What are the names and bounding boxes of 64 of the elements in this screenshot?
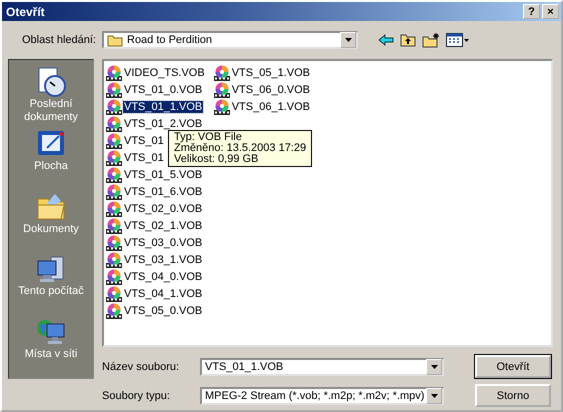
folder-icon xyxy=(107,34,123,46)
tooltip-text: Velikost: 0,99 GB xyxy=(174,154,260,165)
file-item[interactable]: VIDEO_TS.VOB xyxy=(123,66,206,78)
video-file-icon xyxy=(106,150,122,166)
file-item[interactable]: VTS_03_0.VOB xyxy=(123,236,204,248)
view-menu-icon[interactable] xyxy=(446,33,470,47)
video-file-icon xyxy=(106,252,122,268)
file-type-label: Soubory typu: xyxy=(102,388,171,402)
file-item[interactable]: VTS_06_0.VOB xyxy=(230,84,311,96)
video-file-icon xyxy=(106,166,122,182)
file-item[interactable]: VTS_01 xyxy=(123,134,165,146)
file-item[interactable]: VTS_04_0.VOB xyxy=(123,270,204,282)
places-item[interactable]: Poslední dokumenty xyxy=(9,66,93,128)
caret-icon xyxy=(430,394,438,398)
help-button[interactable]: ? xyxy=(523,4,540,19)
video-file-icon xyxy=(106,64,122,80)
video-file-icon xyxy=(214,98,230,114)
places-item[interactable]: Tento počítač xyxy=(18,253,84,316)
open-button[interactable]: Otevřít xyxy=(475,355,551,378)
file-item[interactable]: VTS_05_1.VOB xyxy=(230,66,311,78)
back-arrow-icon[interactable] xyxy=(378,34,394,46)
up-folder-icon[interactable] xyxy=(400,33,416,47)
file-name-label: Název souboru: xyxy=(102,360,180,374)
file-item[interactable]: VTS_01_6.VOB xyxy=(123,186,204,198)
tooltip-text: Změněno: 13.5.2003 17:29 xyxy=(174,143,306,154)
file-type-dropdown[interactable]: MPEG-2 Stream (*.vob; *.m2p; *.m2v; *.mpv) xyxy=(200,386,444,404)
file-item[interactable]: VTS_01_5.VOB xyxy=(123,168,204,180)
video-file-icon xyxy=(106,268,122,284)
video-file-icon xyxy=(106,184,122,200)
tooltip-text: Typ: VOB File xyxy=(174,132,243,143)
caret-icon xyxy=(430,364,438,368)
file-item[interactable]: VTS_01_0.VOB xyxy=(123,84,204,96)
places-item[interactable]: Místa v síti xyxy=(24,316,78,378)
file-name-field[interactable]: VTS_01_1.VOB xyxy=(200,358,444,376)
cancel-button[interactable]: Storno xyxy=(475,384,551,407)
caret-icon xyxy=(344,38,352,42)
file-item[interactable]: VTS_03_1.VOB xyxy=(123,254,204,266)
video-file-icon xyxy=(106,132,122,148)
file-item[interactable]: VTS_01_2.VOB xyxy=(123,118,204,130)
video-file-icon xyxy=(106,302,122,318)
file-item[interactable]: VTS_04_1.VOB xyxy=(123,288,204,300)
look-in-label: Oblast hledání: xyxy=(21,33,96,47)
video-file-icon xyxy=(106,218,122,234)
look-in-dropdown[interactable]: Road to Perdition xyxy=(102,31,358,49)
window-title: Otevřít xyxy=(6,4,46,18)
video-file-icon xyxy=(106,82,122,98)
video-file-icon xyxy=(214,82,230,98)
video-file-icon xyxy=(106,200,122,216)
file-item[interactable]: VTS_05_0.VOB xyxy=(123,304,204,316)
folder-name: Road to Perdition xyxy=(127,34,212,46)
video-file-icon xyxy=(106,98,122,114)
file-item[interactable]: VTS_02_0.VOB xyxy=(123,202,204,214)
file-item[interactable]: VTS_02_1.VOB xyxy=(123,220,204,232)
places-item[interactable]: Plocha xyxy=(34,128,68,191)
file-item[interactable]: VTS_01 xyxy=(123,152,165,164)
video-file-icon xyxy=(214,64,230,80)
video-file-icon xyxy=(106,116,122,132)
new-folder-icon[interactable] xyxy=(422,32,440,48)
file-item[interactable]: VTS_06_1.VOB xyxy=(230,100,311,112)
video-file-icon xyxy=(106,234,122,250)
close-button[interactable]: × xyxy=(542,4,559,19)
places-item[interactable]: Dokumenty xyxy=(23,190,79,254)
video-file-icon xyxy=(106,286,122,302)
file-item[interactable]: VTS_01_1.VOB xyxy=(123,100,204,112)
